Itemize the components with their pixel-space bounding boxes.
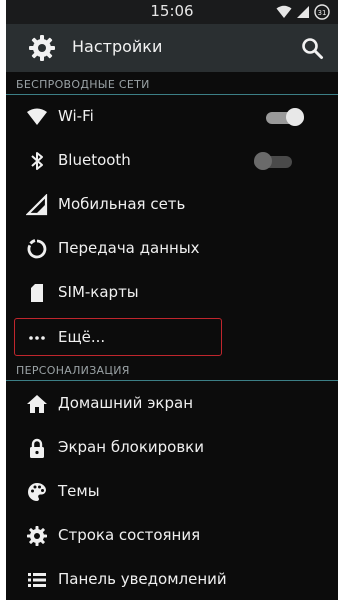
gear-icon: [29, 35, 55, 61]
setting-item-wifi[interactable]: Wi-Fi: [6, 95, 338, 139]
list-icon: [28, 573, 46, 587]
setting-label: Экран блокировки: [58, 438, 204, 456]
status-bar: 15:06 31: [6, 0, 338, 24]
setting-label: Wi-Fi: [58, 107, 94, 125]
signal-icon: [26, 194, 48, 216]
section-header-personal: ПЕРСОНАЛИЗАЦИЯ: [6, 360, 338, 381]
setting-item-bluetooth[interactable]: Bluetooth: [6, 139, 338, 183]
search-icon[interactable]: [300, 36, 324, 60]
section-title-wireless: БЕСПРОВОДНЫЕ СЕТИ: [16, 78, 150, 91]
battery-level: 31: [318, 9, 327, 17]
signal-status-icon: [297, 6, 309, 18]
setting-label: Bluetooth: [58, 151, 131, 169]
setting-item-mobile-network[interactable]: Мобильная сеть: [6, 183, 338, 227]
setting-label: Строка состояния: [58, 526, 201, 544]
home-icon: [27, 395, 47, 413]
setting-item-lock-screen[interactable]: Экран блокировки: [6, 426, 338, 470]
setting-label: Передача данных: [58, 239, 200, 257]
data-usage-icon: [27, 239, 47, 259]
setting-item-data-usage[interactable]: Передача данных: [6, 227, 338, 271]
settings-screen: 15:06 31 Настройки БЕСПРОВОДНЫЕ СЕТИ Wi-…: [6, 0, 338, 600]
page-title: Настройки: [72, 37, 163, 56]
bluetooth-icon: [31, 152, 43, 170]
setting-item-home-screen[interactable]: Домашний экран: [6, 382, 338, 426]
app-bar: Настройки: [6, 24, 338, 72]
wifi-toggle[interactable]: [266, 108, 304, 126]
setting-label: Домашний экран: [58, 394, 194, 412]
highlight-box: [14, 318, 222, 356]
setting-item-notification-panel[interactable]: Панель уведомлений: [6, 558, 338, 600]
wifi-status-icon: [276, 5, 292, 18]
battery-icon: 31: [314, 4, 330, 20]
setting-label: Темы: [58, 482, 100, 500]
wifi-icon: [27, 108, 47, 125]
lock-icon: [30, 438, 44, 458]
status-icons: 31: [276, 4, 330, 20]
setting-label: SIM-карты: [58, 283, 139, 301]
sim-card-icon: [31, 284, 43, 302]
bluetooth-toggle[interactable]: [254, 152, 292, 170]
palette-icon: [28, 482, 47, 501]
settings-gear-icon: [27, 526, 47, 546]
setting-label: Панель уведомлений: [58, 570, 227, 588]
setting-item-status-bar[interactable]: Строка состояния: [6, 514, 338, 558]
section-header-wireless: БЕСПРОВОДНЫЕ СЕТИ: [6, 74, 338, 95]
section-title-personal: ПЕРСОНАЛИЗАЦИЯ: [16, 364, 130, 377]
setting-label: Мобильная сеть: [58, 195, 186, 213]
setting-item-themes[interactable]: Темы: [6, 470, 338, 514]
setting-item-sim-cards[interactable]: SIM-карты: [6, 271, 338, 315]
